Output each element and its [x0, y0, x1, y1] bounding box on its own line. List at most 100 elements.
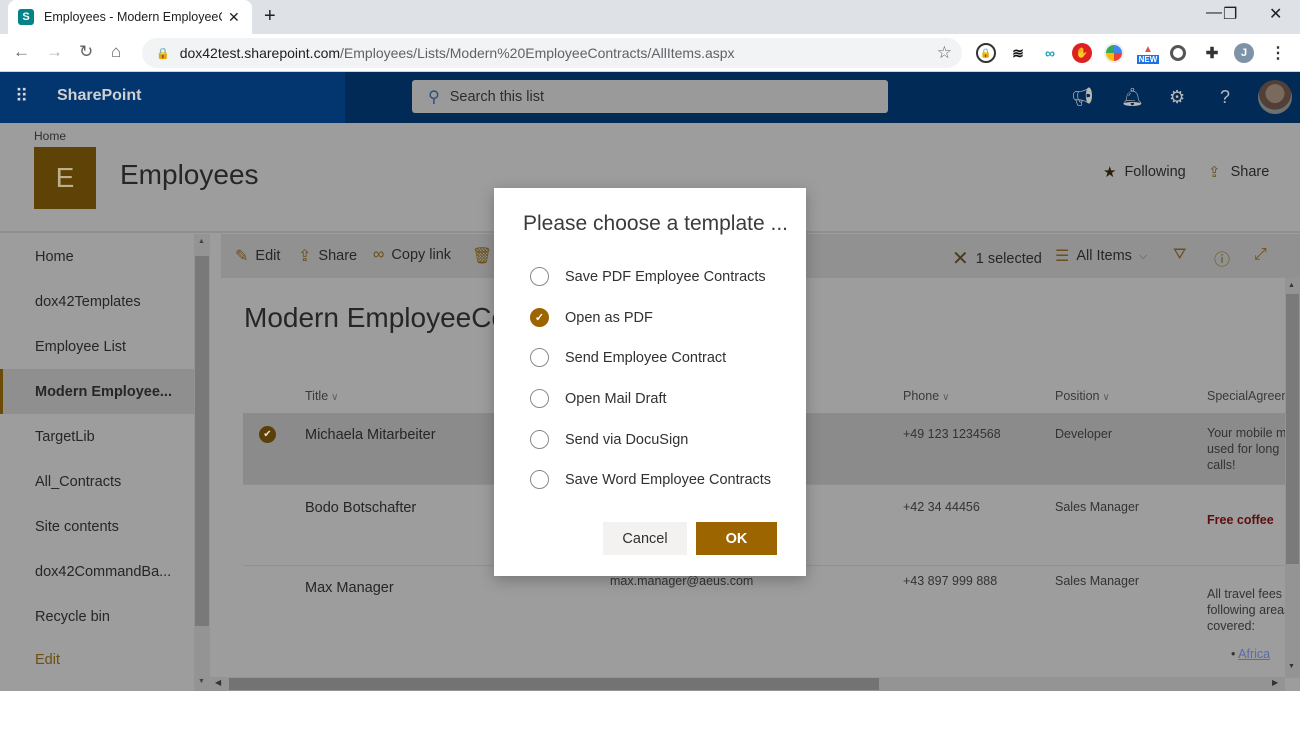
extensions-puzzle-icon[interactable]: ✚: [1202, 43, 1222, 63]
nav-item-employee-list[interactable]: Employee List: [0, 324, 194, 369]
nav-scroll-thumb[interactable]: [195, 256, 209, 626]
scroll-right-arrow-icon[interactable]: ▶: [1272, 678, 1278, 687]
browser-tabstrip: S Employees - Modern EmployeeContracts ✕…: [0, 0, 1300, 34]
template-option-send-contract[interactable]: Send Employee Contract: [530, 348, 726, 367]
radio-unchecked-icon[interactable]: [530, 348, 549, 367]
table-row[interactable]: Max Manager max.manager@aeus.com +43 897…: [243, 566, 1289, 678]
nav-edit-link[interactable]: Edit: [0, 637, 194, 682]
template-chooser-dialog: Please choose a template ... Save PDF Em…: [494, 188, 806, 576]
back-icon[interactable]: ←: [13, 42, 30, 62]
nav-item-modern-employee[interactable]: Modern Employee...: [0, 369, 194, 414]
cell-title[interactable]: Michaela Mitarbeiter: [305, 427, 436, 443]
layers-extension-icon[interactable]: ≋: [1008, 43, 1028, 63]
column-header-phone[interactable]: Phone ∨: [903, 389, 949, 403]
window-close-icon[interactable]: ✕: [1269, 4, 1282, 24]
radio-unchecked-icon[interactable]: [530, 267, 549, 286]
password-manager-extension-icon[interactable]: 🔒: [976, 43, 996, 63]
edit-command[interactable]: ✎ Edit: [235, 246, 280, 266]
delete-command[interactable]: 🗑︎: [472, 246, 492, 266]
nav-item-all-contracts[interactable]: All_Contracts: [0, 459, 194, 504]
nav-item-dox42templates[interactable]: dox42Templates: [0, 279, 194, 324]
filter-button[interactable]: ⛛: [1173, 246, 1186, 264]
column-header-special[interactable]: SpecialAgreements: [1207, 389, 1285, 403]
google-extension-icon[interactable]: [1104, 43, 1124, 63]
list-horizontal-scrollbar[interactable]: ◀ ▶: [210, 677, 1285, 691]
template-option-docusign[interactable]: Send via DocuSign: [530, 430, 688, 449]
megaphone-icon[interactable]: 📢︎: [1071, 87, 1094, 108]
user-avatar[interactable]: [1258, 80, 1292, 114]
template-option-save-word[interactable]: Save Word Employee Contracts: [530, 470, 771, 489]
template-option-save-pdf[interactable]: Save PDF Employee Contracts: [530, 267, 766, 286]
column-header-title[interactable]: Title ∨: [305, 389, 338, 403]
tab-title: Employees - Modern EmployeeContracts: [44, 10, 222, 24]
list-vertical-scrollbar[interactable]: ▲ ▼: [1285, 278, 1300, 678]
help-icon[interactable]: ?: [1220, 87, 1230, 108]
new-badge-extension-icon[interactable]: ▲ NEW: [1134, 43, 1162, 65]
row-checked-icon[interactable]: ✔: [259, 426, 276, 443]
template-option-label: Save PDF Employee Contracts: [565, 268, 766, 285]
following-button[interactable]: ★ Following: [1103, 163, 1186, 181]
cell-title[interactable]: Bodo Botschafter: [305, 500, 416, 516]
special-link-africa[interactable]: Africa: [1238, 647, 1270, 661]
special-line: used for long: [1207, 442, 1280, 456]
radio-checked-icon[interactable]: ✓: [530, 308, 549, 327]
list-horizontal-scroll-thumb[interactable]: [229, 678, 879, 690]
site-share-button[interactable]: ⇪ Share: [1208, 163, 1269, 181]
gear-icon[interactable]: ⚙: [1169, 87, 1185, 108]
site-logo[interactable]: E: [34, 147, 96, 209]
nav-item-home[interactable]: Home: [0, 234, 194, 279]
app-launcher-icon[interactable]: ⠿: [15, 86, 28, 107]
app-root: S Employees - Modern EmployeeContracts ✕…: [0, 0, 1300, 741]
scroll-up-arrow-icon[interactable]: ▲: [1288, 282, 1295, 289]
special-line: Free coffee: [1207, 513, 1274, 527]
nav-item-site-contents[interactable]: Site contents: [0, 504, 194, 549]
info-button[interactable]: ⓘ: [1214, 246, 1230, 270]
view-switcher[interactable]: ☰ All Items ⌵: [1055, 246, 1147, 266]
reload-icon[interactable]: ↻: [79, 42, 93, 62]
browser-menu-icon[interactable]: ⋮: [1268, 43, 1288, 63]
tab-close-icon[interactable]: ✕: [228, 9, 240, 26]
sharepoint-brand[interactable]: SharePoint: [57, 87, 141, 105]
address-bar[interactable]: 🔒 dox42test.sharepoint.com/Employees/Lis…: [142, 38, 962, 68]
radio-unchecked-icon[interactable]: [530, 470, 549, 489]
bookmark-star-icon[interactable]: ☆: [937, 43, 952, 63]
circle-extension-icon[interactable]: [1170, 45, 1186, 61]
minimize-icon[interactable]: —: [1206, 4, 1222, 22]
fullscreen-button[interactable]: ⤢: [1254, 246, 1267, 264]
expand-icon: ⤢: [1254, 246, 1267, 263]
breadcrumb[interactable]: Home: [34, 129, 66, 143]
copy-link-command[interactable]: ∞ Copy link: [373, 246, 451, 264]
nav-item-dox42commandbar[interactable]: dox42CommandBa...: [0, 549, 194, 594]
radio-unchecked-icon[interactable]: [530, 430, 549, 449]
scroll-down-arrow-icon[interactable]: ▼: [198, 678, 205, 685]
column-header-position[interactable]: Position ∨: [1055, 389, 1110, 403]
column-header-position-label: Position: [1055, 389, 1100, 403]
site-title[interactable]: Employees: [120, 159, 259, 191]
browser-tab[interactable]: S Employees - Modern EmployeeContracts ✕: [8, 0, 252, 34]
template-option-open-pdf[interactable]: ✓ Open as PDF: [530, 308, 653, 327]
scroll-down-arrow-icon[interactable]: ▼: [1288, 663, 1295, 670]
restore-icon[interactable]: ❐: [1223, 4, 1237, 24]
home-icon[interactable]: ⌂: [111, 42, 121, 62]
search-list-input[interactable]: ⚲ Search this list: [412, 80, 888, 113]
bell-icon[interactable]: 🔔︎: [1121, 87, 1144, 108]
radio-unchecked-icon[interactable]: [530, 389, 549, 408]
cell-position: Sales Manager: [1055, 574, 1140, 588]
adblock-extension-icon[interactable]: ✋: [1072, 43, 1092, 63]
nav-scrollbar[interactable]: ▲ ▼: [194, 234, 210, 691]
forward-icon[interactable]: →: [46, 42, 63, 62]
share-command[interactable]: ⇪ Share: [298, 246, 357, 266]
list-vertical-scroll-thumb[interactable]: [1286, 294, 1299, 564]
sync-extension-icon[interactable]: ∞: [1040, 43, 1060, 63]
clear-selection-command[interactable]: ✕ 1 selected: [952, 246, 1042, 271]
cell-title[interactable]: Max Manager: [305, 580, 394, 596]
scroll-left-arrow-icon[interactable]: ◀: [215, 678, 221, 687]
nav-item-targetlib[interactable]: TargetLib: [0, 414, 194, 459]
profile-avatar[interactable]: J: [1234, 43, 1254, 63]
template-option-mail-draft[interactable]: Open Mail Draft: [530, 389, 667, 408]
nav-item-recycle-bin[interactable]: Recycle bin: [0, 594, 194, 639]
cancel-button[interactable]: Cancel: [603, 522, 687, 555]
scroll-up-arrow-icon[interactable]: ▲: [198, 238, 205, 245]
ok-button[interactable]: OK: [696, 522, 777, 555]
new-tab-button[interactable]: +: [264, 5, 276, 28]
